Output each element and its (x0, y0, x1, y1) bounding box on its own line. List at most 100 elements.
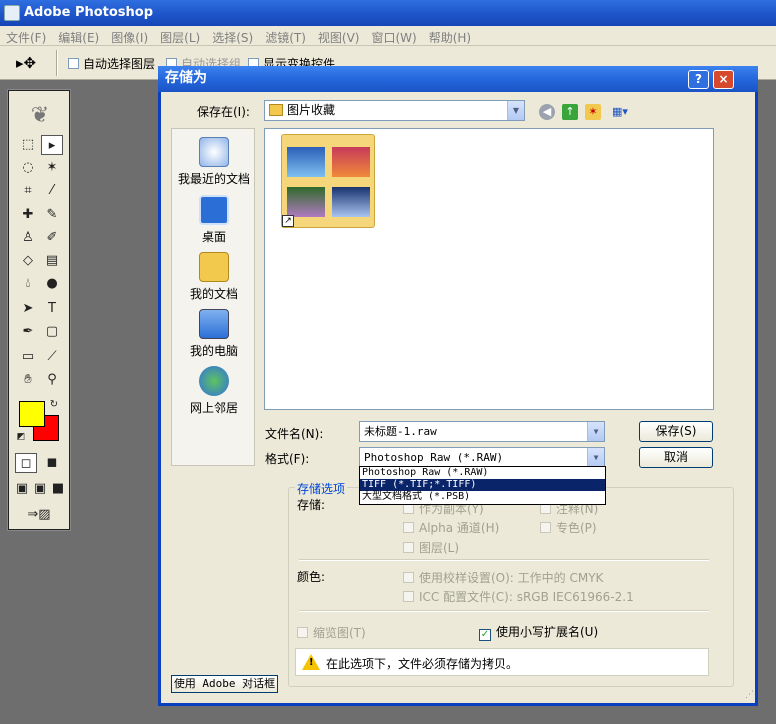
use-proof-setup-checkbox[interactable]: 使用校样设置(O): 工作中的 CMYK (403, 569, 603, 586)
new-folder-icon[interactable]: ✶ (585, 104, 601, 120)
history-brush-icon[interactable]: ✐ (41, 228, 63, 248)
default-colors-icon[interactable]: ◩ (15, 427, 27, 447)
menu-window[interactable]: 窗口(W) (365, 26, 422, 46)
standard-mode-icon[interactable]: ◻ (15, 453, 37, 473)
places-bar: 我最近的文档 桌面 我的文档 我的电脑 网上邻居 (171, 128, 255, 466)
screen-mode-standard-icon[interactable]: ▣ (13, 479, 31, 499)
screen-mode-full-icon[interactable]: ■ (49, 479, 67, 499)
marquee-tool-icon[interactable]: ⬚ (17, 135, 39, 155)
eraser-tool-icon[interactable]: ◇ (17, 251, 39, 271)
menu-image[interactable]: 图像(I) (105, 26, 154, 46)
place-my-documents[interactable]: 我的文档 (172, 252, 256, 302)
back-icon[interactable]: ◀ (539, 104, 555, 120)
place-desktop[interactable]: 桌面 (172, 195, 256, 245)
chevron-down-icon: ▼ (587, 448, 604, 467)
view-menu-icon[interactable]: ▦▾ (608, 104, 632, 120)
spot-colors-checkbox[interactable]: 专色(P) (540, 519, 597, 536)
save-in-value: 图片收藏 (287, 103, 336, 117)
foreground-color-swatch[interactable] (19, 401, 45, 427)
clone-stamp-icon[interactable]: ♙ (17, 228, 39, 248)
save-label: 存储: (297, 498, 326, 512)
crop-tool-icon[interactable]: ⌗ (17, 181, 39, 201)
filename-label: 文件名(N): (265, 427, 324, 441)
auto-select-layer-checkbox[interactable]: 自动选择图层 (68, 55, 155, 72)
menubar: 文件(F) 编辑(E) 图像(I) 图层(L) 选择(S) 滤镜(T) 视图(V) 窗口(W)… (0, 26, 776, 46)
place-network[interactable]: 网上邻居 (172, 366, 256, 416)
menu-filter[interactable]: 滤镜(T) (259, 26, 312, 46)
healing-brush-icon[interactable]: ✚ (17, 205, 39, 225)
lowercase-extension-checkbox[interactable]: ✓ 使用小写扩展名(U) (479, 623, 598, 641)
zoom-tool-icon[interactable]: ⚲ (41, 370, 63, 390)
folder-icon (269, 104, 283, 116)
save-as-dialog: 存储为 ? × 保存在(I): 图片收藏 ▼ ◀ ↑ ✶ ▦▾ 我最近的文档 桌… (158, 66, 758, 706)
format-option[interactable]: 大型文档格式 (*.PSB) (360, 491, 605, 503)
path-select-icon[interactable]: ➤ (17, 299, 39, 319)
my-documents-icon (199, 252, 229, 282)
thumbnail-checkbox[interactable]: 缩览图(T) (297, 624, 366, 641)
format-option-selected[interactable]: TIFF (*.TIF;*.TIFF) (360, 479, 605, 491)
move-tool-icon[interactable]: ▸✥ (16, 53, 42, 73)
menu-help[interactable]: 帮助(H) (423, 26, 477, 46)
quick-mask-icon[interactable]: ◼ (41, 453, 63, 473)
place-recent[interactable]: 我最近的文档 (172, 137, 256, 187)
icc-profile-checkbox[interactable]: ICC 配置文件(C): sRGB IEC61966-2.1 (403, 588, 634, 605)
swap-colors-icon[interactable]: ↻ (47, 395, 61, 415)
format-label: 格式(F): (265, 452, 310, 466)
photoshop-logo-icon (4, 5, 20, 21)
shape-tool-icon[interactable]: ▢ (41, 322, 63, 342)
dialog-title-bar: 存储为 ? × (158, 66, 758, 92)
layers-checkbox[interactable]: 图层(L) (403, 539, 459, 556)
blur-tool-icon[interactable]: 💧︎ (17, 274, 39, 294)
chevron-down-icon: ▼ (507, 101, 524, 120)
color-label: 颜色: (297, 570, 326, 584)
screen-mode-menu-icon[interactable]: ▣ (31, 479, 49, 499)
warning-box: ! 在此选项下，文件必须存储为拷贝。 (295, 648, 709, 676)
format-dropdown[interactable]: Photoshop Raw (*.RAW) ▼ (359, 447, 605, 468)
warning-icon: ! (302, 654, 320, 670)
type-tool-icon[interactable]: T (41, 299, 63, 319)
menu-edit[interactable]: 编辑(E) (52, 26, 105, 46)
menu-layer[interactable]: 图层(L) (154, 26, 206, 46)
feather-logo-icon: ❦ (30, 103, 50, 128)
save-button[interactable]: 保存(S) (639, 421, 713, 442)
close-button[interactable]: × (713, 70, 734, 89)
use-adobe-dialog-button[interactable]: 使用 Adobe 对话框 (171, 675, 278, 693)
app-title-bar: Adobe Photoshop (0, 0, 776, 26)
help-button[interactable]: ? (688, 70, 709, 89)
cancel-button[interactable]: 取消 (639, 447, 713, 468)
shortcut-arrow-icon: ↗ (282, 215, 294, 227)
desktop-icon (199, 195, 229, 225)
filename-input[interactable]: 未标题-1.raw ▼ (359, 421, 605, 442)
notes-tool-icon[interactable]: ▭ (17, 347, 39, 367)
place-my-computer[interactable]: 我的电脑 (172, 309, 256, 359)
app-title: Adobe Photoshop (24, 5, 154, 20)
save-in-dropdown[interactable]: 图片收藏 ▼ (264, 100, 525, 121)
magic-wand-icon[interactable]: ✶ (41, 158, 63, 178)
gradient-tool-icon[interactable]: ▤ (41, 251, 63, 271)
picture-folder-icon[interactable]: ↗ (281, 134, 375, 228)
network-places-icon (199, 366, 229, 396)
divider (299, 610, 709, 612)
resize-grip-icon[interactable]: ⋰ (745, 690, 754, 700)
slice-tool-icon[interactable]: ⁄ (41, 181, 63, 201)
pen-tool-icon[interactable]: ✒ (17, 322, 39, 342)
menu-view[interactable]: 视图(V) (312, 26, 366, 46)
move-tool-icon[interactable]: ▸ (41, 135, 63, 155)
toolbox: ❦ ⬚ ▸ ◌ ✶ ⌗ ⁄ ✚ ✎ ♙ ✐ ◇ ▤ 💧︎ ● ➤ T ✒ ▢ ▭… (7, 89, 71, 531)
eyedropper-icon[interactable]: ⟋ (41, 347, 63, 367)
brush-tool-icon[interactable]: ✎ (41, 205, 63, 225)
warning-text: 在此选项下，文件必须存储为拷贝。 (326, 657, 519, 671)
format-option[interactable]: Photoshop Raw (*.RAW) (360, 467, 605, 479)
hand-tool-icon[interactable]: ✋︎ (17, 370, 39, 390)
menu-file[interactable]: 文件(F) (0, 26, 52, 46)
separator (56, 50, 58, 76)
menu-select[interactable]: 选择(S) (206, 26, 259, 46)
dodge-tool-icon[interactable]: ● (41, 274, 63, 294)
jump-to-imageready-icon[interactable]: ⇒▨ (17, 505, 61, 525)
file-list[interactable]: ↗ (264, 128, 714, 410)
divider (299, 559, 709, 561)
up-folder-icon[interactable]: ↑ (562, 104, 578, 120)
alpha-channels-checkbox[interactable]: Alpha 通道(H) (403, 519, 499, 536)
chevron-down-icon: ▼ (587, 422, 604, 441)
lasso-tool-icon[interactable]: ◌ (17, 158, 39, 178)
